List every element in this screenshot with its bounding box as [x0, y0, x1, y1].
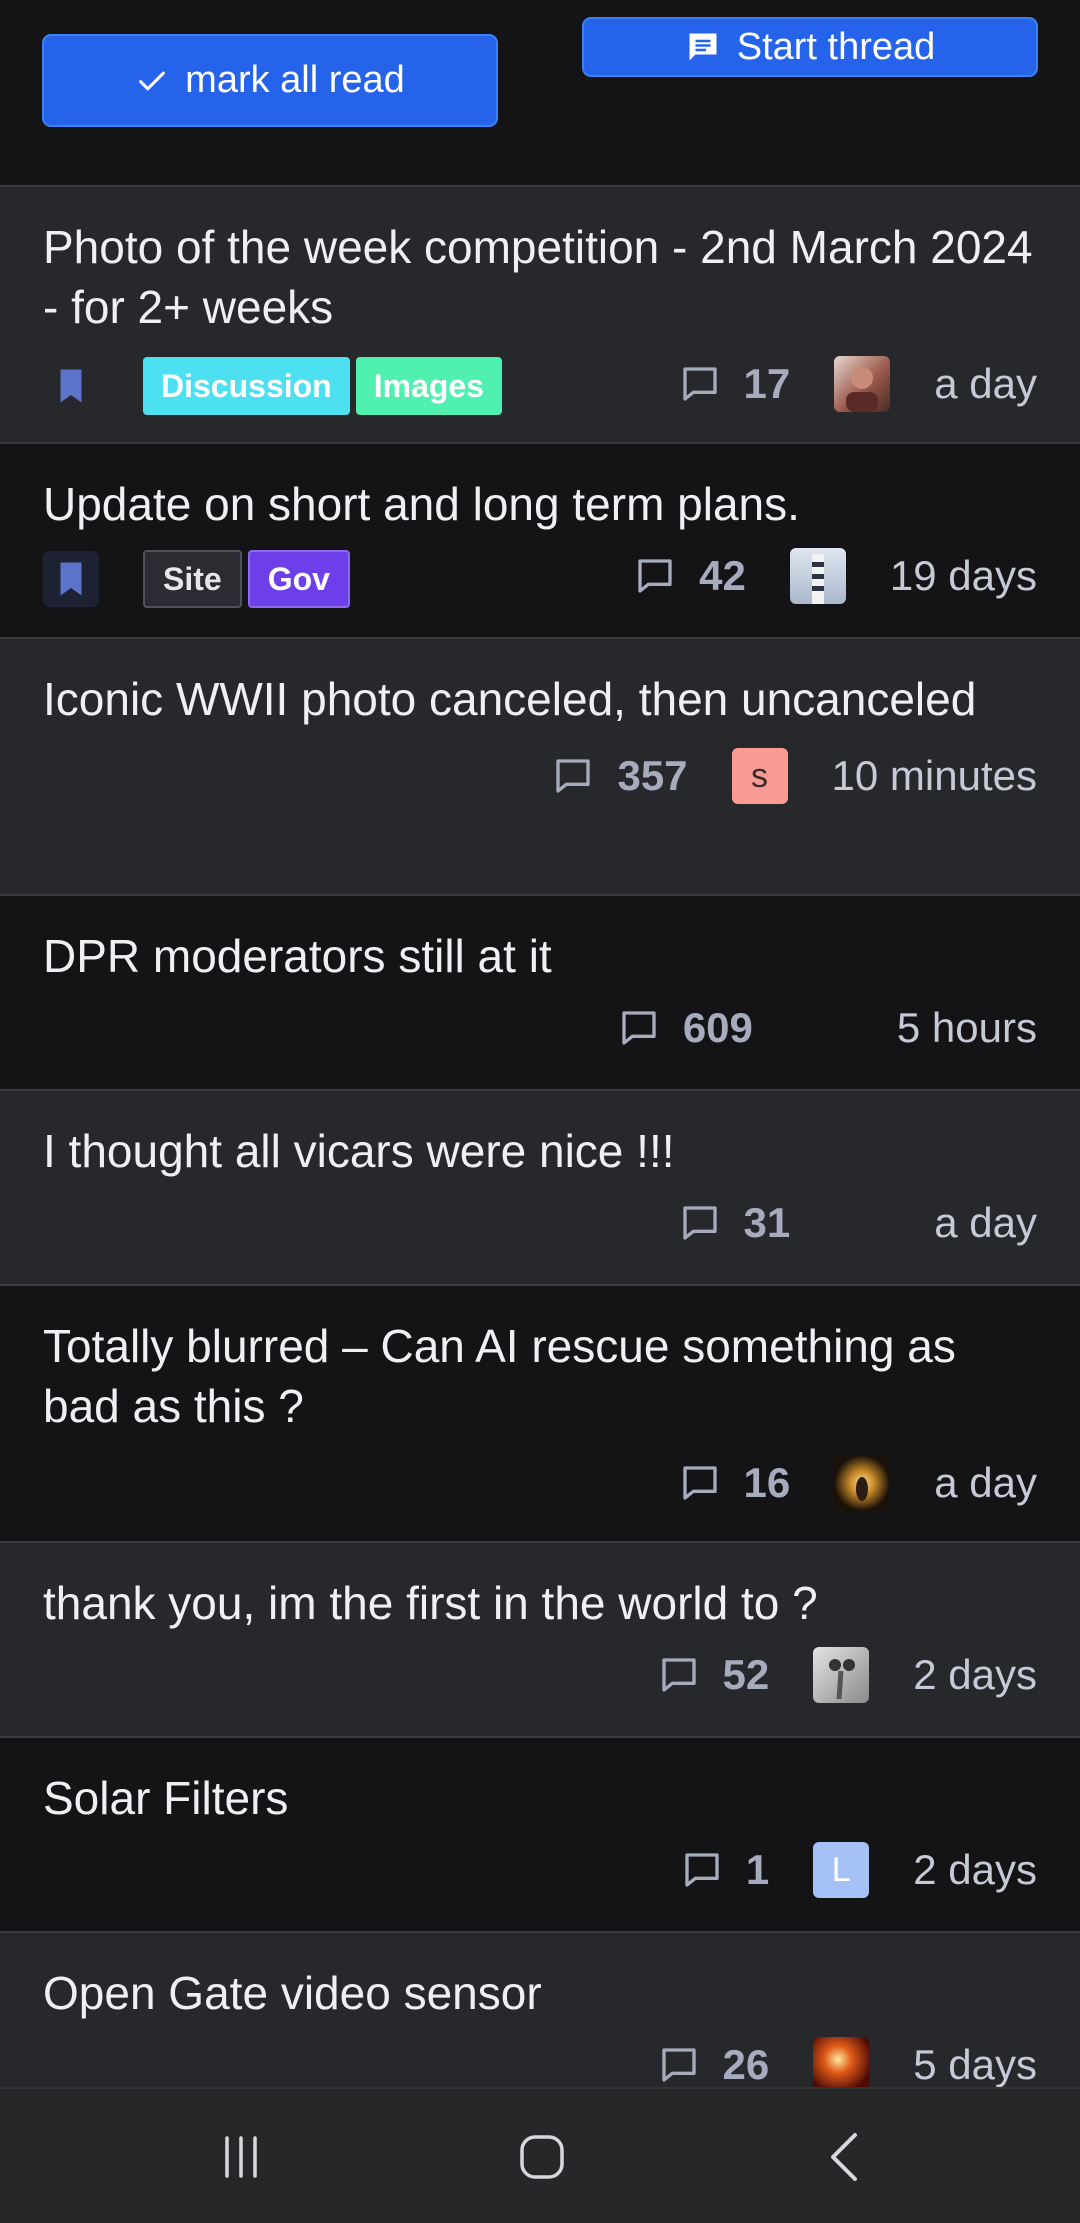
bookmark-button[interactable]: [43, 551, 99, 607]
avatar[interactable]: [834, 1455, 891, 1511]
system-navigation-bar: [0, 2087, 1080, 2223]
start-thread-label: Start thread: [736, 25, 936, 68]
home-icon: [520, 2135, 564, 2179]
reply-count: 52: [722, 1651, 770, 1698]
last-activity: a day: [934, 360, 1037, 407]
comment-icon: [682, 1466, 717, 1500]
reply-count: 1: [745, 1846, 770, 1893]
comment-icon: [661, 2048, 696, 2082]
thread-title[interactable]: Photo of the week competition - 2nd Marc…: [43, 187, 1037, 337]
thread-item[interactable]: I thought all vicars were nice !!! 31 a …: [0, 1089, 1080, 1284]
thread-item[interactable]: Open Gate video sensor 26 5 days: [0, 1931, 1080, 2093]
last-activity: a day: [934, 1199, 1037, 1246]
comment-icon: [685, 1853, 719, 1887]
thread-item[interactable]: DPR moderators still at it 609 5 hours: [0, 894, 1080, 1089]
back-button[interactable]: [800, 2119, 890, 2195]
recent-apps-icon: [225, 2136, 257, 2178]
thread-title[interactable]: thank you, im the first in the world to …: [43, 1543, 1037, 1633]
reply-count: 17: [743, 360, 791, 407]
back-icon: [831, 2133, 857, 2181]
thread-title[interactable]: Update on short and long term plans.: [43, 444, 1037, 534]
home-button[interactable]: [497, 2119, 587, 2195]
last-activity: 5 hours: [896, 1004, 1037, 1051]
bookmark-button[interactable]: [43, 358, 99, 414]
thread-title[interactable]: Iconic WWII photo canceled, then uncance…: [43, 639, 1037, 729]
comment-icon: [556, 759, 591, 793]
reply-count: 609: [682, 1004, 753, 1051]
avatar-empty: [834, 1195, 890, 1251]
thread-title[interactable]: I thought all vicars were nice !!!: [43, 1091, 1037, 1181]
thread-title[interactable]: DPR moderators still at it: [43, 896, 1037, 986]
thread-item[interactable]: Update on short and long term plans. Sit…: [0, 442, 1080, 637]
avatar[interactable]: [834, 356, 891, 412]
last-activity: 5 days: [913, 2041, 1037, 2088]
thread-list: Photo of the week competition - 2nd Marc…: [0, 185, 1080, 2093]
last-activity: 2 days: [913, 1651, 1037, 1698]
comment-icon: [638, 559, 672, 593]
tag-discussion[interactable]: Discussion: [143, 357, 350, 415]
last-activity: 19 days: [889, 552, 1037, 599]
comment-icon: [622, 1011, 656, 1045]
last-activity: 2 days: [913, 1846, 1037, 1893]
tag-images[interactable]: Images: [355, 357, 502, 415]
avatar[interactable]: [813, 2037, 870, 2093]
avatar[interactable]: s: [731, 748, 788, 804]
thread-title[interactable]: Totally blurred – Can AI rescue somethin…: [43, 1286, 1037, 1436]
reply-count: 42: [699, 552, 746, 599]
last-activity: a day: [934, 1459, 1037, 1506]
mark-all-read-label: mark all read: [185, 59, 405, 101]
thread-title[interactable]: Open Gate video sensor: [43, 1933, 1037, 2023]
avatar[interactable]: L: [813, 1842, 870, 1898]
recent-apps-button[interactable]: [196, 2119, 286, 2195]
last-activity: 10 minutes: [831, 752, 1037, 799]
bookmark-icon: [60, 369, 82, 403]
top-toolbar: mark all read Start thread: [0, 0, 1080, 185]
tag-site[interactable]: Site: [143, 550, 242, 608]
reply-count: 16: [743, 1459, 791, 1506]
burst-photo: [856, 1477, 869, 1501]
thread-item[interactable]: Iconic WWII photo canceled, then uncance…: [0, 637, 1080, 894]
message-icon: [689, 33, 717, 61]
avatar-empty: [797, 1000, 853, 1056]
bookmark-icon: [60, 562, 82, 596]
avatar[interactable]: [789, 548, 846, 604]
thread-title[interactable]: Solar Filters: [43, 1738, 1037, 1828]
lighthouse-photo: [811, 554, 824, 604]
reply-count: 357: [617, 752, 688, 799]
tag-gov[interactable]: Gov: [247, 550, 350, 608]
comment-icon: [682, 367, 717, 401]
reply-count: 31: [743, 1199, 791, 1246]
comment-icon: [682, 1206, 717, 1240]
thread-item[interactable]: Photo of the week competition - 2nd Marc…: [0, 185, 1080, 442]
reply-count: 26: [722, 2041, 770, 2088]
thread-item[interactable]: Totally blurred – Can AI rescue somethin…: [0, 1284, 1080, 1541]
avatar[interactable]: [813, 1647, 870, 1703]
check-icon: [139, 71, 166, 90]
mark-all-read-button[interactable]: mark all read: [42, 34, 498, 127]
thread-item[interactable]: thank you, im the first in the world to …: [0, 1541, 1080, 1736]
start-thread-button[interactable]: Start thread: [582, 17, 1038, 77]
comment-icon: [661, 1658, 696, 1692]
thread-item[interactable]: Solar Filters 1 L 2 days: [0, 1736, 1080, 1931]
insect-photo: [829, 1659, 856, 1700]
portrait-photo: [846, 367, 879, 412]
